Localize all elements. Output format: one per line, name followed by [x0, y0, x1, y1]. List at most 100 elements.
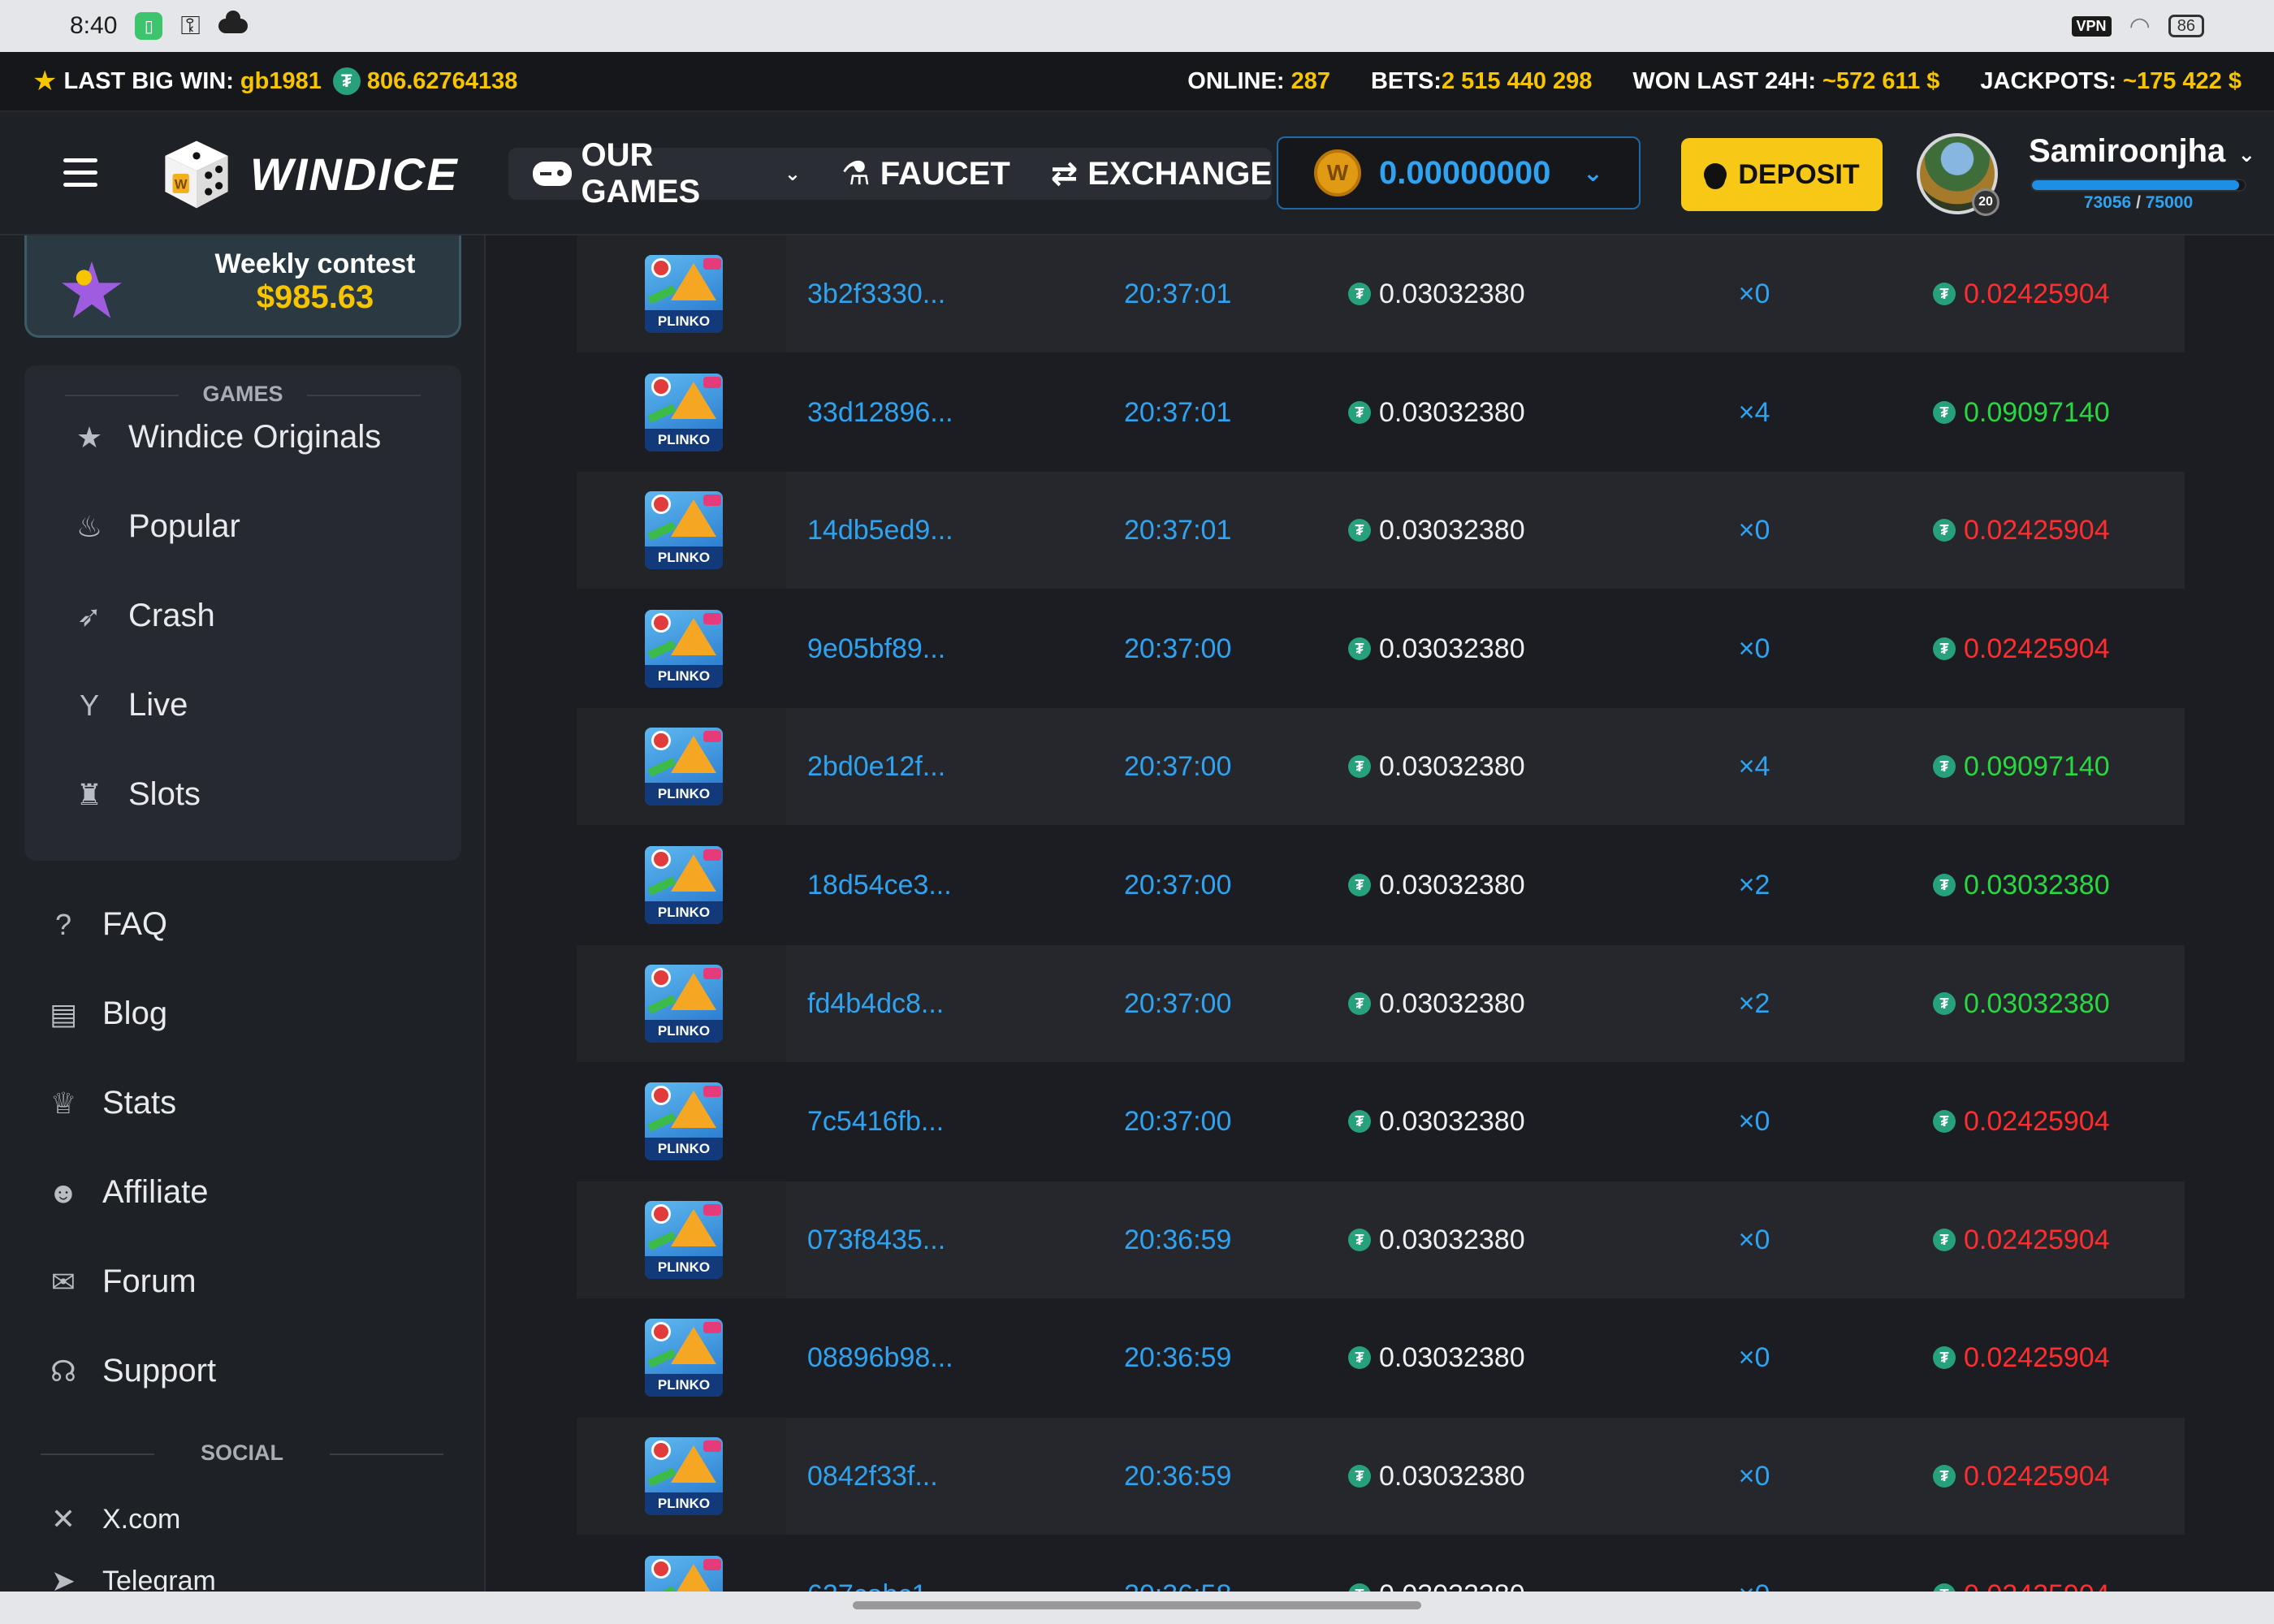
sidebar-item-stats[interactable]: ♕ Stats: [45, 1085, 176, 1121]
plinko-game-icon[interactable]: PLINKO: [645, 1319, 723, 1397]
sidebar-item-blog[interactable]: ▤ Blog: [45, 996, 167, 1032]
bet-hash-link[interactable]: 18d54ce3...: [807, 870, 952, 901]
bet-hash-link[interactable]: 08896b98...: [807, 1342, 953, 1374]
usdt-icon: ₮: [1933, 1583, 1956, 1592]
bet-multiplier: ×0: [1738, 1224, 1770, 1255]
slot-machine-icon: ♜: [76, 777, 103, 811]
stats-ticker: ★ LAST BIG WIN: gb1981 ₮ 806.62764138 ON…: [0, 52, 2274, 112]
bet-amount-value: 0.03032380: [1379, 1105, 1525, 1137]
table-row[interactable]: PLINKO 9e05bf89... 20:37:00 ₮ 0.03032380 ×0 ₮ 0…: [577, 590, 2185, 707]
table-row[interactable]: PLINKO 08896b98... 20:36:59 ₮ 0.03032380 ×0 ₮ 0…: [577, 1299, 2185, 1416]
nav-exchange-label: EXCHANGE: [1087, 155, 1272, 192]
plinko-game-icon[interactable]: PLINKO: [645, 610, 723, 688]
bet-hash-link[interactable]: 627cabc1...: [807, 1579, 950, 1592]
deposit-button[interactable]: DEPOSIT: [1681, 138, 1883, 211]
usdt-icon: ₮: [1933, 1346, 1956, 1369]
bet-amount: ₮ 0.03032380: [1348, 279, 1525, 310]
plinko-game-icon[interactable]: PLINKO: [645, 728, 723, 806]
bet-multiplier: ×0: [1738, 1460, 1770, 1492]
sidebar-item-label: Slots: [128, 776, 201, 812]
plinko-game-icon[interactable]: PLINKO: [645, 846, 723, 924]
plinko-game-icon[interactable]: PLINKO: [645, 255, 723, 333]
bet-hash-link[interactable]: 33d12896...: [807, 397, 953, 429]
sidebar-item-telegram[interactable]: ➤ Telegram: [45, 1564, 216, 1592]
bet-hash-link[interactable]: 3b2f3330...: [807, 279, 945, 310]
bet-hash-link[interactable]: 0842f33f...: [807, 1461, 938, 1492]
bet-hash-link[interactable]: fd4b4dc8...: [807, 988, 944, 1020]
table-row[interactable]: PLINKO 2bd0e12f... 20:37:00 ₮ 0.03032380 ×4 ₮ 0…: [577, 708, 2185, 825]
games-menu: GAMES ★ Windice Originals ♨ Popular ➶ Cr…: [24, 365, 461, 861]
battery-level: 86: [2177, 16, 2195, 35]
nav-exchange[interactable]: ⇄ EXCHANGE: [1051, 155, 1272, 192]
contest-title: Weekly contest: [214, 248, 416, 279]
table-row[interactable]: PLINKO 7c5416fb... 20:37:00 ₮ 0.03032380 ×0 ₮ 0…: [577, 1063, 2185, 1180]
balance-selector[interactable]: W 0.00000000 ⌄: [1277, 136, 1641, 209]
bet-amount-value: 0.03032380: [1379, 396, 1525, 428]
username-menu[interactable]: Samiroonjha ⌄: [2029, 133, 2255, 170]
table-row[interactable]: PLINKO 3b2f3330... 20:37:01 ₮ 0.03032380 ×0 ₮ 0…: [577, 235, 2185, 352]
chevron-down-icon: ⌄: [784, 162, 801, 185]
usdt-icon: ₮: [1348, 1583, 1371, 1592]
table-row[interactable]: PLINKO 0842f33f... 20:36:59 ₮ 0.03032380 ×0 ₮ 0…: [577, 1418, 2185, 1535]
bet-hash-link[interactable]: 073f8435...: [807, 1224, 945, 1256]
home-indicator[interactable]: [853, 1601, 1421, 1609]
usdt-icon: ₮: [1348, 401, 1371, 424]
bet-multiplier: ×2: [1738, 987, 1770, 1019]
dice-logo-icon[interactable]: W: [159, 136, 234, 211]
bet-payout: ₮ 0.02425904: [1933, 1461, 2110, 1492]
nav-our-games[interactable]: OUR GAMES ⌄: [533, 137, 801, 210]
hamburger-menu-icon[interactable]: [63, 158, 97, 188]
exchange-icon: ⇄: [1050, 156, 1079, 192]
bet-amount: ₮ 0.03032380: [1348, 1579, 1525, 1592]
avatar[interactable]: 20: [1917, 133, 1999, 216]
system-status-bar: 8:40 ▯ ⚿ VPN ◠ 86: [0, 0, 2274, 52]
bet-time: 20:37:00: [1124, 987, 1232, 1019]
sidebar: Weekly contest $985.63 GAMES ★ Windice O…: [0, 235, 486, 1592]
bet-hash-link[interactable]: 14db5ed9...: [807, 515, 953, 546]
online-stat: ONLINE: 287: [1187, 68, 1330, 95]
plinko-game-icon[interactable]: PLINKO: [645, 491, 723, 569]
bet-multiplier: ×0: [1738, 278, 1770, 309]
won-value: ~572 611 $: [1822, 67, 1940, 94]
bet-hash-link[interactable]: 2bd0e12f...: [807, 751, 945, 783]
coins-icon: [1704, 163, 1727, 186]
headset-icon: ☊: [50, 1354, 76, 1388]
plinko-game-icon[interactable]: PLINKO: [645, 1201, 723, 1279]
sidebar-item-live[interactable]: Y Live: [71, 687, 188, 723]
plinko-game-icon[interactable]: PLINKO: [645, 1556, 723, 1592]
sidebar-item-x[interactable]: ✕ X.com: [45, 1502, 180, 1536]
sidebar-item-support[interactable]: ☊ Support: [45, 1353, 216, 1389]
plinko-game-icon[interactable]: PLINKO: [645, 1082, 723, 1160]
flame-icon: ♨: [76, 509, 103, 543]
rocket-icon: ➶: [76, 598, 102, 633]
plinko-game-icon[interactable]: PLINKO: [645, 965, 723, 1043]
logo-text[interactable]: WINDICE: [250, 148, 459, 201]
main-nav: OUR GAMES ⌄ ⚗ FAUCET ⇄ EXCHANGE: [508, 137, 1272, 209]
sidebar-item-windice-originals[interactable]: ★ Windice Originals: [71, 419, 381, 456]
sidebar-item-forum[interactable]: ✉ Forum: [45, 1263, 197, 1300]
last-big-win-label: LAST BIG WIN:: [63, 67, 234, 94]
bet-multiplier: ×0: [1738, 1105, 1770, 1137]
usdt-icon: ₮: [1348, 1346, 1371, 1369]
xp-progress-fill: [2032, 180, 2240, 190]
sidebar-item-popular[interactable]: ♨ Popular: [71, 508, 240, 545]
plinko-game-icon[interactable]: PLINKO: [645, 374, 723, 451]
bet-payout-value: 0.03032380: [1964, 987, 2110, 1019]
nav-faucet[interactable]: ⚗ FAUCET: [841, 155, 1010, 192]
last-big-win-amount: 806.62764138: [366, 67, 518, 94]
sidebar-item-crash[interactable]: ➶ Crash: [71, 598, 215, 634]
sidebar-item-faq[interactable]: ? FAQ: [45, 906, 167, 943]
table-row[interactable]: PLINKO fd4b4dc8... 20:37:00 ₮ 0.03032380 ×2 ₮ 0…: [577, 945, 2185, 1062]
sidebar-item-slots[interactable]: ♜ Slots: [71, 776, 201, 813]
table-row[interactable]: PLINKO 627cabc1... 20:36:58 ₮ 0.03032380 ×0 ₮ 0…: [577, 1536, 2185, 1592]
bet-hash-link[interactable]: 9e05bf89...: [807, 633, 945, 665]
table-row[interactable]: PLINKO 18d54ce3... 20:37:00 ₮ 0.03032380 ×2 ₮ 0…: [577, 827, 2185, 944]
table-row[interactable]: PLINKO 073f8435... 20:36:59 ₮ 0.03032380 ×0 ₮ 0…: [577, 1181, 2185, 1298]
plinko-game-icon[interactable]: PLINKO: [645, 1437, 723, 1515]
weekly-contest-banner[interactable]: Weekly contest $985.63: [24, 235, 461, 338]
last-big-win-user[interactable]: gb1981: [240, 68, 322, 95]
table-row[interactable]: PLINKO 33d12896... 20:37:01 ₮ 0.03032380 ×4 ₮ 0…: [577, 354, 2185, 471]
sidebar-item-affiliate[interactable]: ☻ Affiliate: [45, 1174, 208, 1211]
table-row[interactable]: PLINKO 14db5ed9... 20:37:01 ₮ 0.03032380 ×0 ₮ 0…: [577, 472, 2185, 589]
bet-hash-link[interactable]: 7c5416fb...: [807, 1106, 944, 1138]
